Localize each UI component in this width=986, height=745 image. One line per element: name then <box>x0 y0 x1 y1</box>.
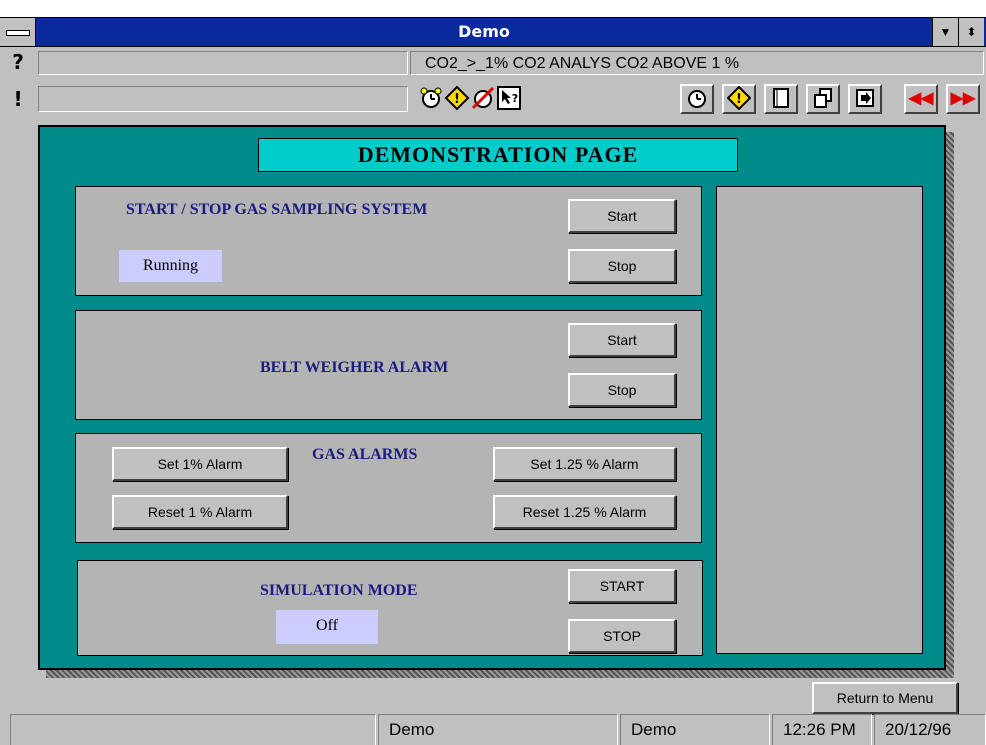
side-display-panel <box>716 186 923 654</box>
status-cell-1 <box>10 714 376 745</box>
simulation-stop-button[interactable]: STOP <box>568 619 676 653</box>
current-alarm-text: CO2_>_1% CO2 ANALYS CO2 ABOVE 1 % <box>410 51 984 75</box>
svg-text:!: ! <box>736 92 742 107</box>
window-title: Demo <box>458 22 510 41</box>
gas-alarms-label: GAS ALARMS <box>312 446 418 463</box>
simulation-start-button[interactable]: START <box>568 569 676 603</box>
panel-shadow <box>946 132 954 678</box>
status-date: 20/12/96 <box>874 714 986 745</box>
belt-weigher-label: BELT WEIGHER ALARM <box>260 359 449 376</box>
gas-sampling-label: START / STOP GAS SAMPLING SYSTEM <box>126 201 428 218</box>
simulation-status: Off <box>276 610 378 644</box>
gas-sampling-stop-button[interactable]: Stop <box>568 249 676 283</box>
return-to-menu-button[interactable]: Return to Menu <box>812 682 958 714</box>
belt-weigher-start-button[interactable]: Start <box>568 323 676 357</box>
reset-1-percent-alarm-button[interactable]: Reset 1 % Alarm <box>112 495 288 529</box>
svg-text:?: ? <box>512 92 518 105</box>
reset-1-25-percent-alarm-button[interactable]: Reset 1.25 % Alarm <box>493 495 676 529</box>
status-cell-3: Demo <box>620 714 770 745</box>
warning-icon[interactable]: ! <box>722 84 756 114</box>
set-1-percent-alarm-button[interactable]: Set 1% Alarm <box>112 447 288 481</box>
alarm-field-left <box>38 51 408 75</box>
alarm-field-lower <box>38 86 408 112</box>
help-icon[interactable]: ? <box>0 49 36 75</box>
alarm-clock-icon[interactable] <box>418 85 444 111</box>
belt-weigher-stop-button[interactable]: Stop <box>568 373 676 407</box>
help-pointer-icon[interactable]: ? <box>496 85 522 111</box>
svg-text:!: ! <box>454 92 460 107</box>
document-icon[interactable] <box>764 84 798 114</box>
gas-sampling-start-button[interactable]: Start <box>568 199 676 233</box>
copy-windows-icon[interactable] <box>806 84 840 114</box>
title-bar: Demo ▼ ⬍ <box>0 17 986 47</box>
panel-shadow-bottom <box>46 670 954 678</box>
simulation-label: SIMULATION MODE <box>260 582 418 599</box>
page-title: DEMONSTRATION PAGE <box>258 138 738 172</box>
set-1-25-percent-alarm-button[interactable]: Set 1.25 % Alarm <box>493 447 676 481</box>
fast-forward-icon[interactable]: ▶▶ <box>946 84 980 114</box>
alarm-clock-icon[interactable] <box>680 84 714 114</box>
alert-icon[interactable]: ! <box>0 84 36 114</box>
restore-icon[interactable]: ⬍ <box>958 18 984 46</box>
warning-icon[interactable]: ! <box>444 85 470 111</box>
status-time: 12:26 PM <box>772 714 872 745</box>
rewind-icon[interactable]: ◀◀ <box>904 84 938 114</box>
exit-icon[interactable] <box>848 84 882 114</box>
status-cell-2: Demo <box>378 714 618 745</box>
gas-sampling-status: Running <box>119 250 222 282</box>
minimize-icon[interactable]: ▼ <box>932 18 958 46</box>
alarm-off-icon[interactable] <box>470 85 496 111</box>
system-menu-button[interactable] <box>0 18 36 46</box>
